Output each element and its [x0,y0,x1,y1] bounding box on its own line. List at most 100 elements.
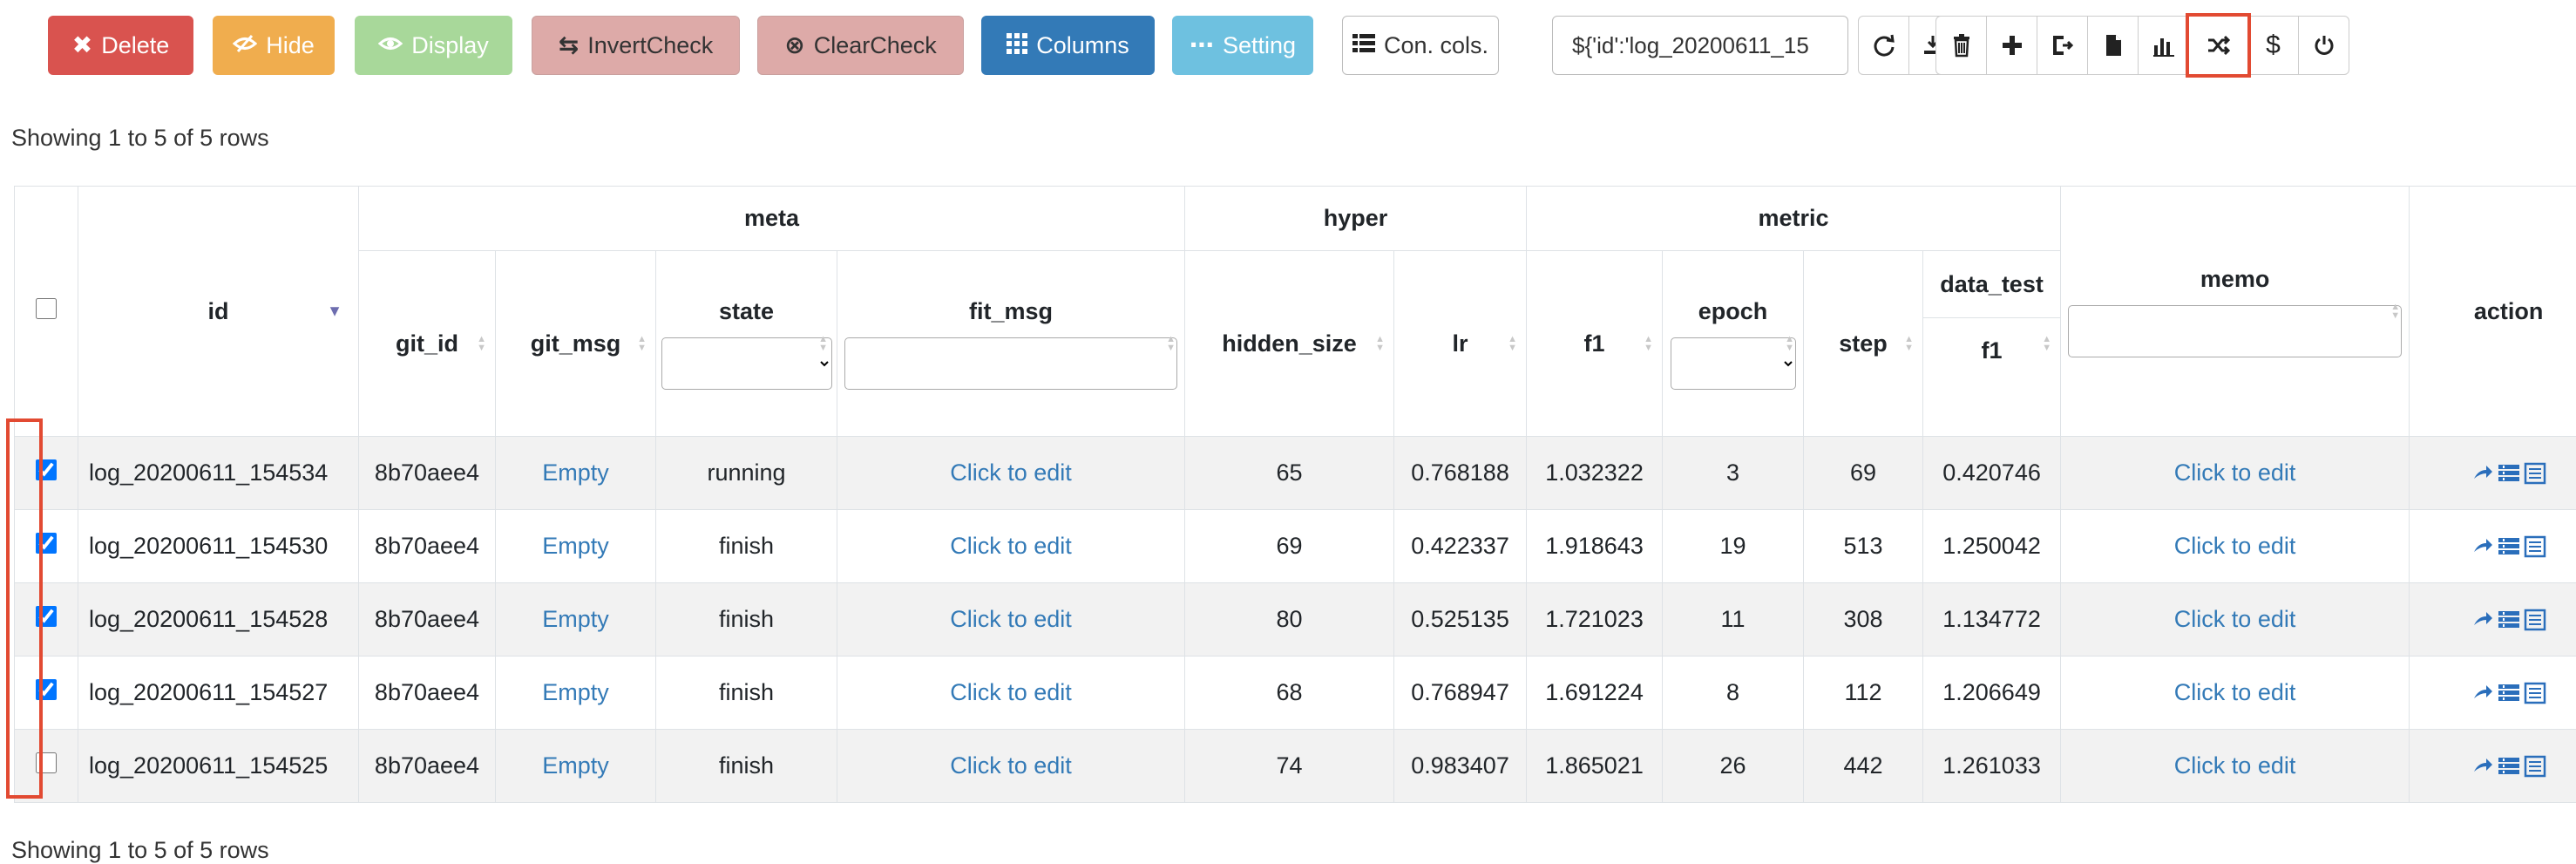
setting-button[interactable]: ⋯ Setting [1172,16,1313,75]
table-icon[interactable] [2524,755,2546,778]
columns-label: Columns [1036,32,1129,59]
header-id-label: id [208,298,229,324]
row-checkbox[interactable] [36,459,57,480]
row-actions [2410,583,2576,657]
columns-button[interactable]: Columns [981,16,1155,75]
row-checkbox[interactable] [36,606,57,627]
header-git-msg[interactable]: git_msg [496,251,656,437]
arrow-icon[interactable] [2471,755,2494,778]
row-actions [2410,730,2576,803]
table-row: log_20200611_1545348b70aee4EmptyrunningC… [15,437,2576,510]
header-action-label: action [2474,298,2544,324]
list-icon[interactable] [2498,462,2520,485]
arrow-icon[interactable] [2471,609,2494,631]
compare-button[interactable] [2037,16,2088,75]
select-all-checkbox[interactable] [36,298,57,319]
con-cols-button[interactable]: Con. cols. [1342,16,1499,75]
epoch-filter-select[interactable] [1671,337,1796,390]
cell-lr: 0.768188 [1394,437,1527,510]
cell-test-f1: 1.206649 [1923,657,2061,730]
row-select-cell [15,510,78,583]
header-memo[interactable]: memo [2061,187,2410,437]
header-step[interactable]: step [1804,251,1923,437]
trash-button[interactable] [1935,16,1987,75]
table-icon[interactable] [2524,682,2546,704]
cell-git-msg[interactable]: Empty [496,730,656,803]
memo-filter-input[interactable] [2068,305,2402,357]
delete-button[interactable]: ✖ Delete [48,16,193,75]
table-icon[interactable] [2524,535,2546,558]
invert-check-label: InvertCheck [587,32,713,59]
cell-fit-msg[interactable]: Click to edit [837,510,1185,583]
arrow-icon[interactable] [2471,535,2494,558]
arrow-icon[interactable] [2471,682,2494,704]
cell-git-id: 8b70aee4 [359,730,496,803]
header-git-id-label: git_id [396,330,458,357]
display-button[interactable]: Display [355,16,512,75]
cell-git-msg[interactable]: Empty [496,657,656,730]
list-icon[interactable] [2498,682,2520,704]
trash-icon [1949,33,1974,58]
hide-label: Hide [266,32,315,59]
header-hidden-size[interactable]: hidden_size [1185,251,1394,437]
cell-git-msg[interactable]: Empty [496,583,656,657]
con-cols-label: Con. cols. [1384,32,1488,59]
setting-label: Setting [1223,32,1296,59]
cell-memo[interactable]: Click to edit [2061,510,2410,583]
cell-fit-msg[interactable]: Click to edit [837,730,1185,803]
clear-check-button[interactable]: ⊗ ClearCheck [757,16,964,75]
cell-fit-msg[interactable]: Click to edit [837,583,1185,657]
header-epoch[interactable]: epoch [1663,251,1804,437]
cell-state: finish [656,510,837,583]
cell-memo[interactable]: Click to edit [2061,583,2410,657]
x-icon: ✖ [72,33,92,58]
header-git-msg-label: git_msg [531,330,621,357]
eye-icon [378,33,403,58]
row-checkbox[interactable] [36,533,57,554]
cell-fit-msg[interactable]: Click to edit [837,657,1185,730]
cell-memo[interactable]: Click to edit [2061,657,2410,730]
header-git-id[interactable]: git_id [359,251,496,437]
dollar-button[interactable]: $ [2247,16,2299,75]
list-icon[interactable] [2498,535,2520,558]
cell-memo[interactable]: Click to edit [2061,730,2410,803]
header-fit-msg[interactable]: fit_msg [837,251,1185,437]
header-f1[interactable]: f1 [1527,251,1663,437]
header-state-label: state [719,298,774,325]
cell-id: log_20200611_154527 [78,657,359,730]
arrow-icon[interactable] [2471,462,2494,485]
list-icon[interactable] [2498,755,2520,778]
table-icon[interactable] [2524,462,2546,485]
add-button[interactable] [1986,16,2037,75]
cell-fit-msg[interactable]: Click to edit [837,437,1185,510]
header-state[interactable]: state [656,251,837,437]
group-hyper: hyper [1185,187,1527,251]
header-lr[interactable]: lr [1394,251,1527,437]
cell-id: log_20200611_154528 [78,583,359,657]
row-checkbox[interactable] [36,752,57,773]
row-checkbox[interactable] [36,679,57,700]
invert-check-button[interactable]: ⇆ InvertCheck [532,16,740,75]
list-icon[interactable] [2498,609,2520,631]
cell-memo[interactable]: Click to edit [2061,437,2410,510]
hide-button[interactable]: Hide [213,16,335,75]
power-button[interactable] [2298,16,2349,75]
cell-git-msg[interactable]: Empty [496,437,656,510]
cell-lr: 0.525135 [1394,583,1527,657]
cell-git-id: 8b70aee4 [359,583,496,657]
shuffle-button[interactable] [2188,16,2248,75]
fit-msg-filter-input[interactable] [844,337,1177,390]
cell-git-msg[interactable]: Empty [496,510,656,583]
file-button[interactable] [2087,16,2139,75]
cell-f1: 1.918643 [1527,510,1663,583]
table-icon[interactable] [2524,609,2546,631]
query-input[interactable] [1552,16,1848,75]
chart-button[interactable] [2138,16,2189,75]
refresh-button[interactable] [1858,16,1909,75]
header-data-test[interactable]: data_test f1 [1923,251,2061,437]
table-body: log_20200611_1545348b70aee4EmptyrunningC… [15,437,2576,803]
group-metric: metric [1527,187,2061,251]
state-filter-select[interactable] [661,337,832,390]
header-id[interactable]: id [78,187,359,437]
header-fit-msg-label: fit_msg [969,298,1053,325]
